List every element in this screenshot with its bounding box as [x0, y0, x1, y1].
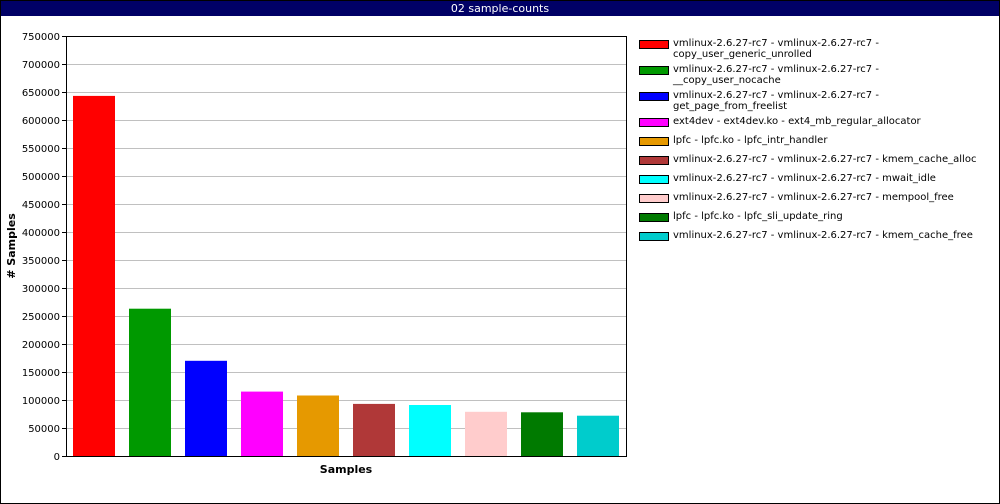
legend-swatch — [639, 175, 669, 184]
legend-label: vmlinux-2.6.27-rc7 - vmlinux-2.6.27-rc7 … — [673, 192, 954, 203]
y-tick-label: 600000 — [22, 116, 60, 127]
legend-label: vmlinux-2.6.27-rc7 - vmlinux-2.6.27-rc7 … — [673, 64, 879, 75]
bars — [73, 95, 619, 457]
bar — [465, 411, 507, 456]
legend-label: __copy_user_nocache — [673, 75, 781, 86]
legend-swatch — [639, 40, 669, 49]
legend-swatch — [639, 194, 669, 203]
legend-label: copy_user_generic_unrolled — [673, 49, 812, 60]
legend-label: vmlinux-2.6.27-rc7 - vmlinux-2.6.27-rc7 … — [673, 230, 973, 241]
y-tick-label: 200000 — [22, 340, 60, 351]
legend-item: lpfc - lpfc.ko - lpfc_intr_handler — [639, 135, 989, 154]
y-tick-label: 650000 — [22, 88, 60, 99]
chart-window: 02 sample-counts 0 50000 100000 150000 20000… — [0, 0, 1000, 504]
y-tick-label: 750000 — [22, 32, 60, 43]
legend-label: get_page_from_freelist — [673, 101, 788, 112]
bar — [73, 95, 115, 457]
y-tick-label: 300000 — [22, 284, 60, 295]
bar — [353, 403, 395, 456]
legend-label: vmlinux-2.6.27-rc7 - vmlinux-2.6.27-rc7 … — [673, 90, 879, 101]
bar — [521, 412, 563, 456]
y-tick-label: 700000 — [22, 60, 60, 71]
legend-item: vmlinux-2.6.27-rc7 - vmlinux-2.6.27-rc7 … — [639, 173, 989, 192]
y-tick-label: 50000 — [28, 424, 60, 435]
bar — [241, 391, 283, 456]
y-tick-label: 550000 — [22, 144, 60, 155]
legend-swatch — [639, 92, 669, 101]
bar — [297, 395, 339, 456]
legend-label: ext4dev - ext4dev.ko - ext4_mb_regular_a… — [673, 116, 921, 127]
legend-label: vmlinux-2.6.27-rc7 - vmlinux-2.6.27-rc7 … — [673, 173, 936, 184]
legend-item: vmlinux-2.6.27-rc7 - vmlinux-2.6.27-rc7 … — [639, 230, 989, 249]
bar — [577, 415, 619, 456]
legend-item: vmlinux-2.6.27-rc7 - vmlinux-2.6.27-rc7 … — [639, 38, 989, 64]
legend-item: vmlinux-2.6.27-rc7 - vmlinux-2.6.27-rc7 … — [639, 90, 989, 116]
legend-item: vmlinux-2.6.27-rc7 - vmlinux-2.6.27-rc7 … — [639, 64, 989, 90]
y-axis-title: # Samples — [5, 213, 18, 279]
legend-swatch — [639, 66, 669, 75]
legend: vmlinux-2.6.27-rc7 - vmlinux-2.6.27-rc7 … — [639, 38, 989, 249]
bar — [185, 360, 227, 456]
legend-swatch — [639, 118, 669, 127]
legend-item: vmlinux-2.6.27-rc7 - vmlinux-2.6.27-rc7 … — [639, 192, 989, 211]
y-tick-label: 250000 — [22, 312, 60, 323]
legend-item: lpfc - lpfc.ko - lpfc_sli_update_ring — [639, 211, 989, 230]
bar — [409, 405, 451, 456]
y-tick-label: 100000 — [22, 396, 60, 407]
y-tick-label: 150000 — [22, 368, 60, 379]
y-tick-label: 0 — [54, 452, 60, 463]
legend-swatch — [639, 156, 669, 165]
legend-swatch — [639, 232, 669, 241]
legend-label: lpfc - lpfc.ko - lpfc_sli_update_ring — [673, 211, 843, 222]
y-tick-label: 450000 — [22, 200, 60, 211]
legend-label: lpfc - lpfc.ko - lpfc_intr_handler — [673, 135, 828, 146]
y-tick-label: 500000 — [22, 172, 60, 183]
bar — [129, 308, 171, 456]
legend-item: ext4dev - ext4dev.ko - ext4_mb_regular_a… — [639, 116, 989, 135]
y-tick-label: 400000 — [22, 228, 60, 239]
legend-label: vmlinux-2.6.27-rc7 - vmlinux-2.6.27-rc7 … — [673, 154, 977, 165]
x-axis-title: Samples — [320, 463, 373, 476]
legend-item: vmlinux-2.6.27-rc7 - vmlinux-2.6.27-rc7 … — [639, 154, 989, 173]
y-tick-label: 350000 — [22, 256, 60, 267]
legend-swatch — [639, 213, 669, 222]
legend-swatch — [639, 137, 669, 146]
legend-label: vmlinux-2.6.27-rc7 - vmlinux-2.6.27-rc7 … — [673, 38, 879, 49]
y-axis-ticks: 0 50000 100000 150000 200000 250000 300000 3500… — [22, 32, 66, 463]
